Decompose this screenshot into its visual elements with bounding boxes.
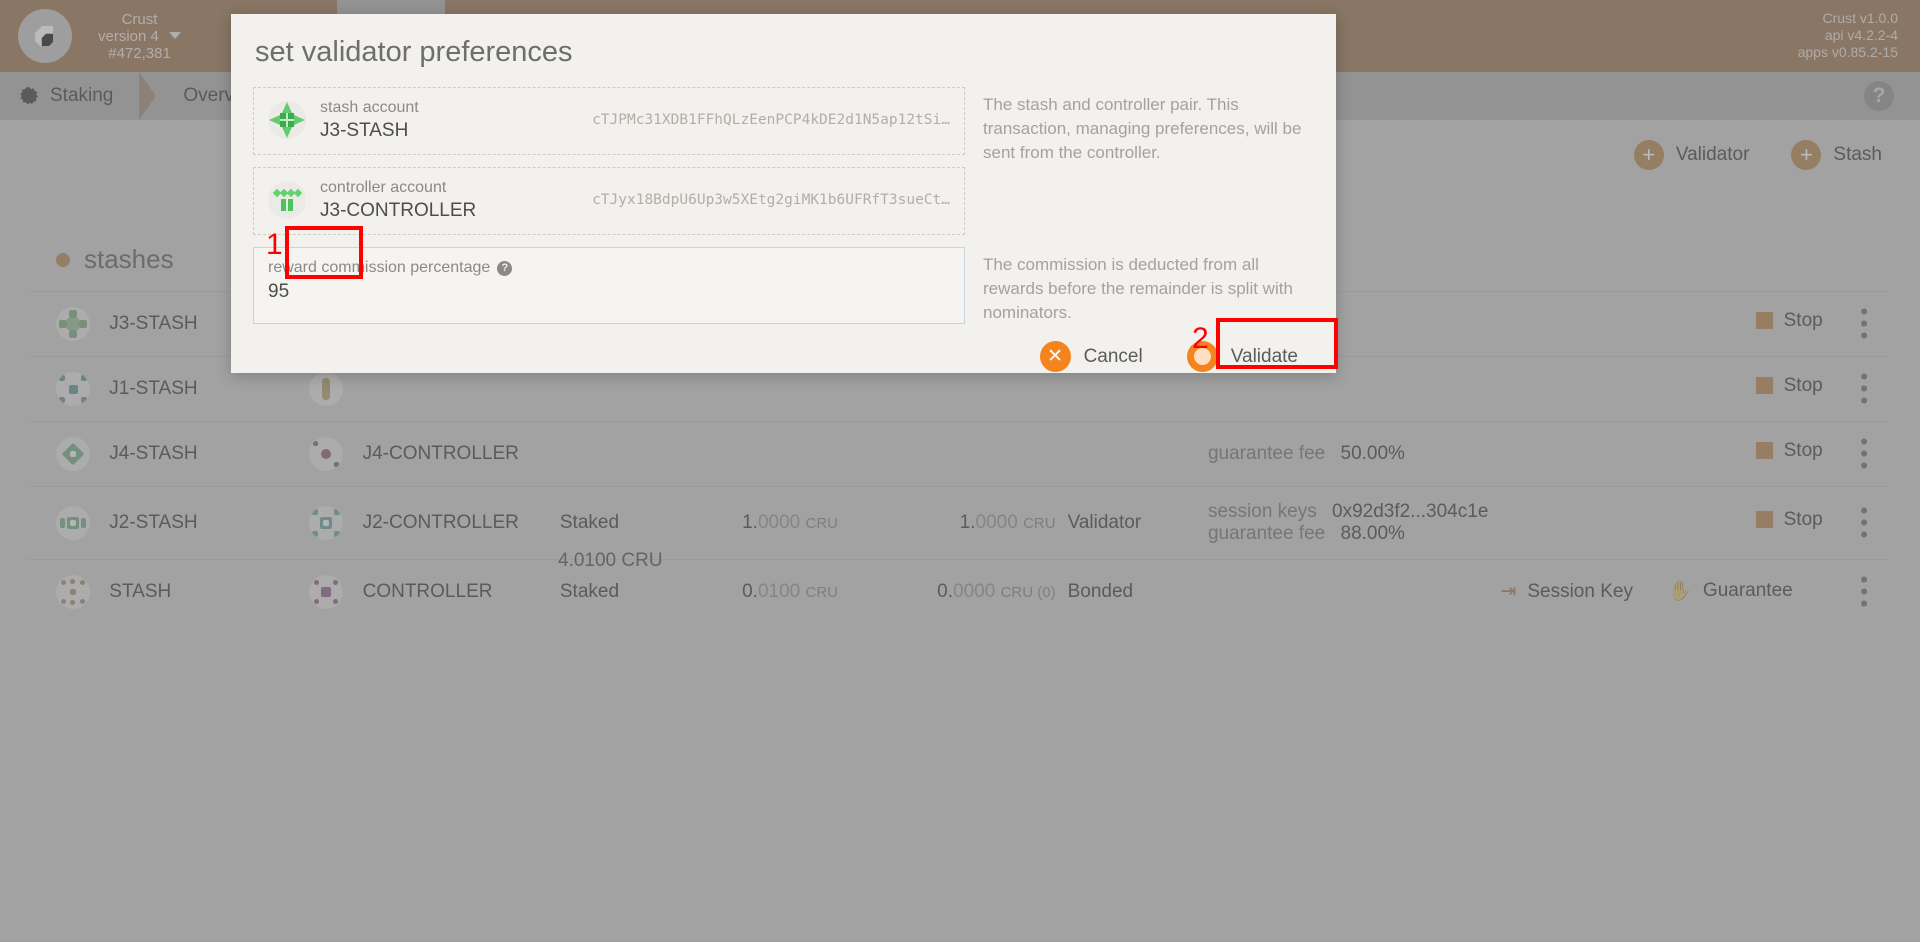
stash-field-address: cTJPMc31XDB1FFhQLzEenPCP4kDE2d1N5ap12tSi… xyxy=(592,112,950,128)
controller-field-label: controller account xyxy=(320,179,447,196)
stash-field-texts: stash account J3-STASH xyxy=(320,97,578,143)
reward-commission-field[interactable]: reward commission percentage ? 95 xyxy=(253,247,965,324)
controller-field-address: cTJyx18BdpU6Up3w5XEtg2giMK1b6UFRfT3sueCt… xyxy=(592,192,950,208)
identicon xyxy=(268,101,306,139)
set-validator-preferences-modal: set validator preferences stash account … xyxy=(231,14,1336,373)
stash-field-label: stash account xyxy=(320,99,419,116)
annotation-number-2: 2 xyxy=(1192,322,1209,355)
modal-right-column: The stash and controller pair. This tran… xyxy=(965,87,1314,325)
app-root: Crust version 4 #472,381 Accounts Stakin… xyxy=(0,0,1920,942)
stash-field-value: J3-STASH xyxy=(320,120,409,141)
annotation-number-1: 1 xyxy=(266,228,283,261)
identicon xyxy=(268,181,306,219)
controller-field-value: J3-CONTROLLER xyxy=(320,200,477,221)
controller-account-field[interactable]: controller account J3-CONTROLLER cTJyx18… xyxy=(253,167,965,235)
modal-footer: ✕ Cancel Validate xyxy=(231,325,1336,372)
validate-label: Validate xyxy=(1230,345,1298,367)
help-text-commission: The commission is deducted from all rewa… xyxy=(983,255,1293,322)
reward-commission-label-row: reward commission percentage ? xyxy=(268,257,950,279)
modal-title: set validator preferences xyxy=(255,36,573,68)
cancel-button[interactable]: ✕ Cancel xyxy=(1039,341,1143,372)
modal-left-column: stash account J3-STASH cTJPMc31XDB1FFhQL… xyxy=(253,87,965,325)
help-circle-icon[interactable]: ? xyxy=(497,260,513,276)
reward-commission-label: reward commission percentage xyxy=(268,259,491,276)
stash-account-field[interactable]: stash account J3-STASH cTJPMc31XDB1FFhQL… xyxy=(253,87,965,155)
reward-commission-input[interactable]: 95 xyxy=(268,279,950,305)
close-icon: ✕ xyxy=(1039,341,1071,372)
cancel-label: Cancel xyxy=(1083,345,1143,367)
modal-body: stash account J3-STASH cTJPMc31XDB1FFhQL… xyxy=(231,69,1336,325)
help-text-pair: The stash and controller pair. This tran… xyxy=(983,95,1302,162)
controller-field-texts: controller account J3-CONTROLLER xyxy=(320,177,578,223)
